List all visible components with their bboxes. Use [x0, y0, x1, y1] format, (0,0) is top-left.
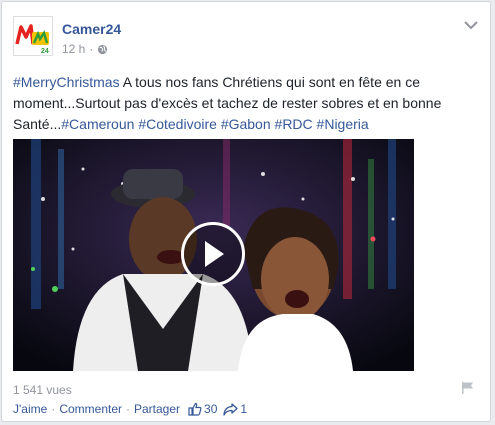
share-arrow-icon[interactable] — [223, 402, 239, 416]
hashtag-link[interactable]: #Cotedivoire — [138, 116, 217, 132]
share-button[interactable]: Partager — [134, 402, 180, 416]
shares-count[interactable]: 1 — [240, 402, 247, 416]
hashtag-link[interactable]: #Cameroun — [61, 116, 134, 132]
camer24-logo: 24 — [15, 24, 49, 55]
page-name-link[interactable]: Camer24 — [62, 21, 121, 37]
hashtag-link[interactable]: #MerryChristmas — [13, 74, 120, 90]
video-player[interactable] — [13, 139, 414, 371]
globe-icon — [98, 44, 108, 54]
chevron-down-icon[interactable] — [464, 20, 478, 30]
hashtag-link[interactable]: #RDC — [275, 116, 313, 132]
play-button[interactable] — [181, 222, 245, 286]
hashtag-link[interactable]: #Gabon — [221, 116, 271, 132]
comment-button[interactable]: Commenter — [59, 402, 122, 416]
likes-count[interactable]: 30 — [204, 402, 217, 416]
like-button[interactable]: J'aime — [13, 402, 47, 416]
post-meta: 12 h · — [62, 42, 108, 56]
post-timestamp[interactable]: 12 h — [62, 42, 85, 56]
post-card: 24 Camer24 12 h · #MerryChristmas A tous… — [1, 1, 491, 422]
svg-text:24: 24 — [41, 48, 49, 55]
play-icon — [205, 241, 224, 267]
action-separator: · — [126, 402, 130, 416]
meta-separator: · — [89, 42, 94, 56]
flag-icon[interactable] — [461, 381, 474, 395]
view-count: 1 541 vues — [13, 383, 72, 397]
post-message: #MerryChristmas A tous nos fans Chrétien… — [13, 72, 475, 135]
hashtag-link[interactable]: #Nigeria — [317, 116, 369, 132]
thumbs-up-icon[interactable] — [188, 402, 202, 416]
action-separator: · — [51, 402, 56, 416]
post-actions: J'aime · Commenter · Partager 30 1 — [13, 402, 253, 416]
page-avatar[interactable]: 24 — [13, 16, 53, 56]
